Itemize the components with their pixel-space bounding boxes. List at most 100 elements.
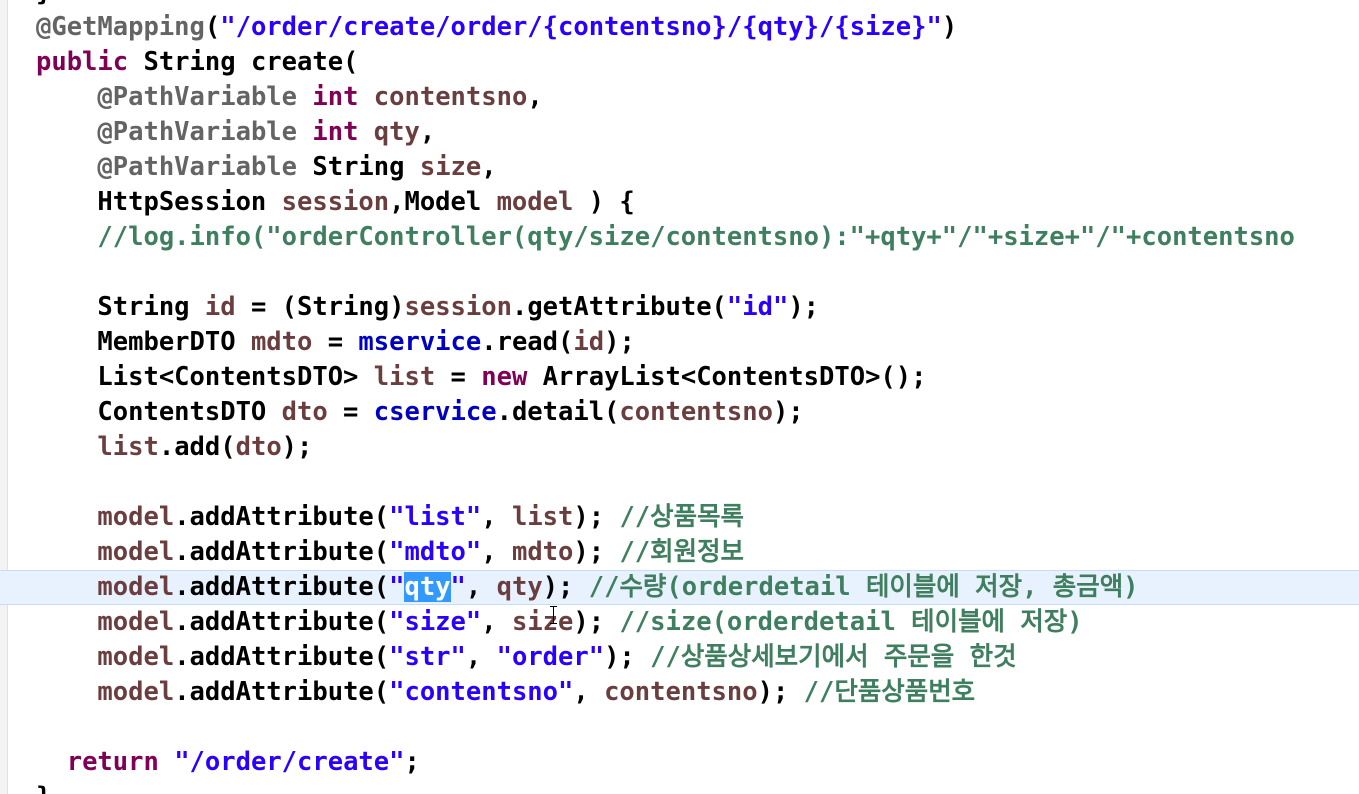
code-token: );	[604, 327, 635, 357]
code-token: ;	[404, 747, 420, 777]
code-token: model	[97, 677, 175, 707]
code-line[interactable]: model.addAttribute("str", "order"); //상품…	[0, 640, 1359, 675]
code-token: .addAttribute(	[174, 572, 390, 602]
code-line[interactable]: @PathVariable String size,	[0, 150, 1359, 185]
code-token: int	[312, 82, 359, 112]
code-line[interactable]: }	[0, 0, 1359, 10]
code-token: id	[204, 292, 236, 322]
code-token: //상품목록	[619, 502, 744, 532]
code-token: @PathVariable	[97, 82, 298, 112]
code-token: );	[772, 397, 804, 427]
code-token: String create(	[128, 47, 359, 77]
code-token: .add(	[158, 432, 236, 462]
code-line[interactable]: MemberDTO mdto = mservice.read(id);	[0, 325, 1359, 360]
code-token: model	[97, 607, 175, 637]
code-line[interactable]: public String create(	[0, 45, 1359, 80]
code-token: ) {	[573, 187, 635, 217]
code-token: "list"	[389, 502, 482, 532]
code-token: public	[36, 47, 129, 77]
code-token: List<ContentsDTO>	[36, 362, 374, 392]
code-token: model	[97, 537, 175, 567]
code-line[interactable]	[0, 255, 1359, 290]
code-token: String	[297, 152, 420, 182]
code-token: model	[97, 642, 175, 672]
code-line[interactable]: model.addAttribute("list", list); //상품목록	[0, 500, 1359, 535]
code-token: contentsno	[373, 82, 528, 112]
selected-text: qty	[404, 572, 451, 602]
code-token: ,	[573, 677, 605, 707]
code-token: ,	[465, 642, 497, 672]
code-token: )	[941, 12, 958, 42]
code-token: );	[788, 292, 820, 322]
code-token: );	[757, 677, 804, 707]
code-token: .getAttribute(	[511, 292, 727, 322]
code-token: .read(	[481, 327, 574, 357]
code-token: .detail(	[496, 397, 620, 427]
code-token: );	[573, 502, 620, 532]
code-line[interactable]	[0, 710, 1359, 745]
code-token: "str"	[389, 642, 466, 672]
code-line[interactable]: list.add(dto);	[0, 430, 1359, 465]
code-token: //단품상품번호	[803, 677, 976, 707]
code-token: new	[481, 362, 528, 392]
code-line[interactable]: List<ContentsDTO> list = new ArrayList<C…	[0, 360, 1359, 395]
code-token: @PathVariable	[97, 152, 298, 182]
code-token: =	[312, 327, 359, 357]
code-token: "/order/create/order/{contentsno}/{qty}/…	[220, 12, 942, 42]
code-line[interactable]: ContentsDTO dto = cservice.detail(conten…	[0, 395, 1359, 430]
code-token: //상품상세보기에서 주문을 한것	[650, 642, 1017, 672]
code-token: ,	[481, 607, 512, 637]
code-line[interactable]: }	[0, 780, 1359, 794]
code-line[interactable]: model.addAttribute("size", size); //size…	[0, 605, 1359, 640]
code-token: qty	[373, 117, 420, 147]
code-line[interactable]: model.addAttribute("mdto", mdto); //회원정보	[0, 535, 1359, 570]
code-token: session	[404, 292, 512, 322]
code-token: );	[573, 537, 620, 567]
code-token: model	[496, 187, 574, 217]
code-line[interactable]: String id = (String)session.getAttribute…	[0, 290, 1359, 325]
code-token: "mdto"	[389, 537, 482, 567]
text-cursor-icon	[549, 606, 558, 624]
code-token: );	[281, 432, 313, 462]
code-line[interactable]: @GetMapping("/order/create/order/{conten…	[0, 10, 1359, 45]
code-line-current[interactable]: model.addAttribute("qty", qty); //수량(ord…	[0, 570, 1359, 605]
code-token: mservice	[358, 327, 482, 357]
code-token: //log.info("orderController(qty/size/con…	[36, 222, 1295, 252]
code-token: return	[66, 747, 159, 777]
code-line[interactable]: return "/order/create";	[0, 745, 1359, 780]
code-token: contentsno	[619, 397, 773, 427]
code-token: String	[36, 292, 205, 322]
code-token: int	[312, 117, 359, 147]
code-token: .addAttribute(	[174, 642, 390, 672]
code-token: "size"	[389, 607, 482, 637]
code-line[interactable]	[0, 465, 1359, 500]
code-line[interactable]: HttpSession session,Model model ) {	[0, 185, 1359, 220]
code-token: "id"	[726, 292, 789, 322]
code-token: ,	[481, 152, 497, 182]
code-token: );	[604, 642, 651, 672]
code-token: =	[435, 362, 482, 392]
code-token: cservice	[373, 397, 497, 427]
code-token: "	[389, 572, 405, 602]
code-token: list	[511, 502, 574, 532]
code-token: (	[204, 12, 221, 42]
code-line[interactable]: //log.info("orderController(qty/size/con…	[0, 220, 1359, 255]
code-token: mdto	[250, 327, 313, 357]
code-token: model	[97, 502, 175, 532]
code-token: dto	[235, 432, 282, 462]
code-token: model	[97, 572, 175, 602]
code-line[interactable]: @PathVariable int qty,	[0, 115, 1359, 150]
code-token: "contentsno"	[389, 677, 574, 707]
code-editor[interactable]: } @GetMapping("/order/create/order/{conte…	[0, 0, 1359, 794]
code-line[interactable]: model.addAttribute("contentsno", content…	[0, 675, 1359, 710]
code-token: ,	[527, 82, 543, 112]
code-token: mdto	[511, 537, 574, 567]
code-line[interactable]: @PathVariable int contentsno,	[0, 80, 1359, 115]
